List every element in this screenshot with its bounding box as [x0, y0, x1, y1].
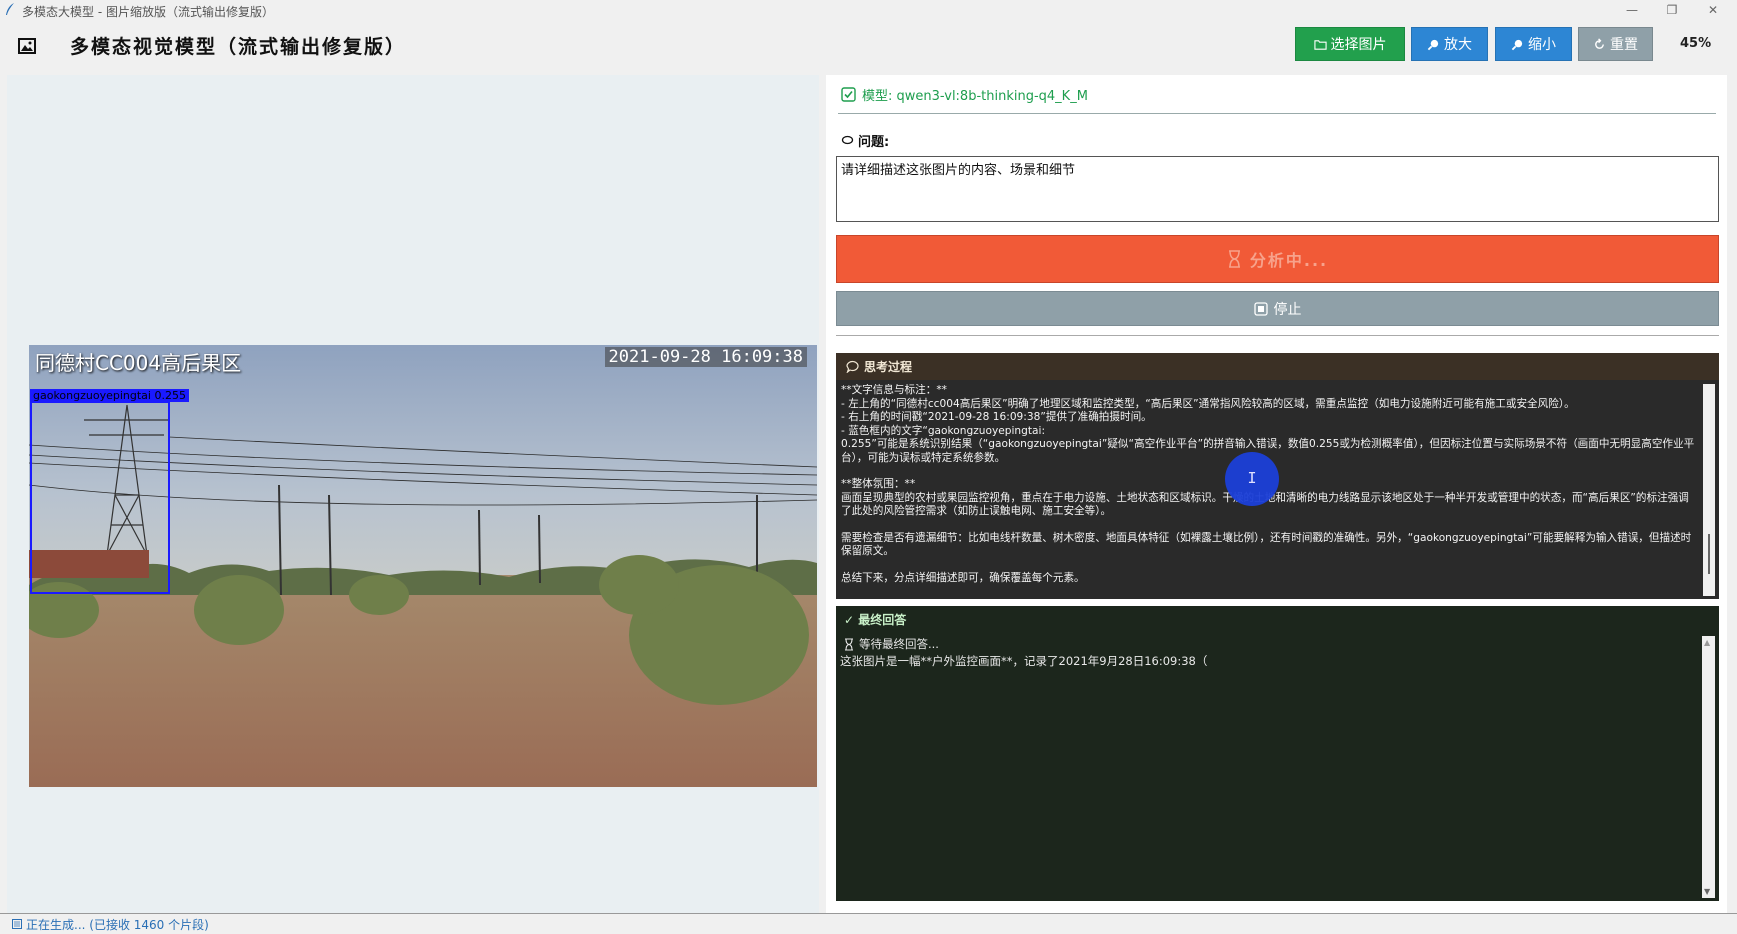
surveillance-image: 同德村CC004高后果区 2021-09-28 16:09:38 gaokong… [29, 345, 817, 787]
final-waiting-row: 等待最终回答... [844, 636, 939, 652]
thinking-line: 总结下来，分点详细描述即可，确保覆盖每个元素。 [841, 571, 1085, 584]
thinking-line: - 蓝色框内的文字“gaokongzuoyepingtai: [841, 424, 1046, 437]
select-image-label: 选择图片 [1330, 37, 1387, 53]
chat-bubble-icon [846, 360, 859, 373]
thinking-line: **文字信息与标注：** [841, 384, 947, 396]
folder-icon [1313, 39, 1327, 50]
zoom-in-button[interactable]: 放大 [1411, 27, 1488, 61]
final-scrollbar[interactable]: ▲ ▼ [1702, 636, 1715, 898]
image-canvas[interactable]: 同德村CC004高后果区 2021-09-28 16:09:38 gaokong… [7, 75, 819, 913]
status-icon [12, 919, 22, 929]
thinking-line: - 左上角的“同德村cc004高后果区”明确了地理区域和监控类型，“高后果区”通… [841, 397, 1575, 410]
analyze-button[interactable]: 分析中... [836, 235, 1719, 283]
magnifier-icon [1511, 39, 1523, 50]
checkbox-icon [841, 87, 856, 102]
select-image-button[interactable]: 选择图片 [1295, 27, 1405, 61]
analysis-panel: 模型: qwen3-vl:8b-thinking-q4_K_M 问题: 分析中.… [826, 75, 1727, 913]
stop-label: 停止 [1273, 301, 1302, 318]
text-cursor-icon: I [1247, 469, 1257, 487]
thinking-line: - 右上角的时间戳“2021-09-28 16:09:38”提供了准确拍摄时间。 [841, 411, 1152, 423]
close-button[interactable]: ✕ [1693, 0, 1733, 20]
scrollbar-thumb[interactable] [1708, 534, 1710, 574]
detection-box [30, 401, 170, 594]
final-answer-text[interactable]: 这张图片是一幅**户外监控画面**，记录了2021年9月28日16:09:38（ [840, 653, 1207, 669]
maximize-button[interactable]: ❐ [1652, 0, 1692, 20]
window-titlebar: 多模态大模型 - 图片缩放版（流式输出修复版） — ❐ ✕ [0, 0, 1737, 20]
thinking-title: 思考过程 [864, 360, 913, 374]
minimize-button[interactable]: — [1612, 0, 1652, 20]
app-feather-icon [6, 3, 14, 15]
divider [838, 113, 1716, 114]
reset-button[interactable]: 重置 [1578, 27, 1653, 61]
scroll-up-icon[interactable]: ▲ [1704, 638, 1710, 647]
window-title: 多模态大模型 - 图片缩放版（流式输出修复版） [22, 5, 274, 19]
final-answer-header: ✓ 最终回答 [844, 612, 907, 627]
final-waiting-label: 等待最终回答... [859, 637, 939, 651]
final-answer-panel: ✓ 最终回答 等待最终回答... 这张图片是一幅**户外监控画面**，记录了20… [836, 606, 1719, 901]
magnifier-icon [1427, 39, 1439, 50]
page-title: 多模态视觉模型（流式输出修复版） [70, 36, 407, 58]
status-bar: 正在生成... (已接收 1460 个片段) [0, 913, 1737, 934]
thinking-gap [841, 519, 1699, 532]
refresh-icon [1595, 37, 1604, 49]
status-text: 正在生成... (已接收 1460 个片段) [26, 917, 209, 932]
reset-label: 重置 [1610, 37, 1638, 53]
question-heading: 问题: [841, 131, 889, 150]
model-indicator: 模型: qwen3-vl:8b-thinking-q4_K_M [841, 85, 1088, 104]
speech-bubble-icon [841, 135, 854, 145]
stop-square-icon [1253, 301, 1268, 316]
divider [836, 335, 1719, 336]
thinking-gap [841, 559, 1699, 572]
thinking-line: 需要检查是否有遗漏细节：比如电线杆数量、树木密度、地面具体特征（如裸露土壤比例）… [841, 531, 1692, 558]
zoom-out-button[interactable]: 缩小 [1495, 27, 1572, 61]
osd-location-label: 同德村CC004高后果区 [35, 351, 242, 375]
question-input[interactable] [836, 156, 1719, 222]
stop-button[interactable]: 停止 [836, 291, 1719, 326]
thinking-scrollbar[interactable] [1703, 384, 1715, 596]
question-label: 问题: [858, 135, 890, 150]
scroll-down-icon[interactable]: ▼ [1704, 887, 1710, 896]
hourglass-icon [1228, 250, 1240, 268]
image-logo-icon [18, 38, 36, 54]
analyze-label: 分析中... [1249, 251, 1329, 270]
thinking-header: 思考过程 [836, 353, 1719, 380]
osd-timestamp: 2021-09-28 16:09:38 [604, 347, 807, 367]
zoom-out-label: 缩小 [1528, 37, 1556, 53]
hourglass-icon [845, 637, 853, 651]
app-header: 多模态视觉模型（流式输出修复版） 选择图片 放大 缩小 重置 45% [0, 20, 1737, 76]
model-label: 模型: qwen3-vl:8b-thinking-q4_K_M [862, 89, 1088, 104]
zoom-level: 45% [1680, 36, 1712, 51]
zoom-in-label: 放大 [1444, 37, 1472, 53]
